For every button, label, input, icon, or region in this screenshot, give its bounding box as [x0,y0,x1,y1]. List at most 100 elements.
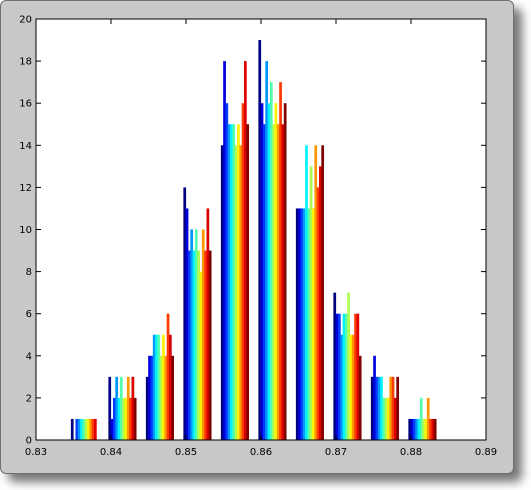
x-tick-label: 0.88 [400,447,422,458]
bar-bin7-series5 [344,313,348,440]
bar-bin0-series10 [94,418,97,440]
bar-bin2-series2 [150,355,154,440]
bar-bin0-series3 [77,418,81,440]
bar-bin8-series7 [387,397,390,440]
bar-bin8-series10 [394,397,397,440]
bar-bin4-series11 [246,124,250,440]
y-tick-label: 16 [19,99,32,110]
bar-bin7-series10 [356,313,360,440]
y-tick-label: 8 [26,267,32,278]
y-tick-label: 6 [26,309,32,320]
bar-bin7-series7 [349,334,353,440]
bar-bin1-series7 [124,397,128,440]
bar-bin3-series10 [206,208,210,440]
bar-bin6-series11 [321,145,325,441]
bar-bin2-series7 [162,334,165,440]
bar-bin0-series9 [91,418,95,440]
bar-bin4-series10 [244,61,247,440]
bar-bin6-series6 [309,166,313,440]
bar-bin7-series3 [340,334,344,440]
bar-bin5-series10 [281,124,285,440]
bar-bin6-series7 [312,208,315,440]
y-tick-label: 20 [19,15,32,26]
bar-bin9-series5 [419,397,423,440]
x-tick-label: 0.87 [325,447,347,458]
bar-bin7-series2 [338,313,341,440]
y-tick-label: 4 [26,351,32,362]
histogram-chart: 0.83 0.84 0.85 0.86 0.87 0.88 0.89 0 2 4 6 8 10 12 14 1… [19,15,497,459]
bar-bin9-series10 [431,418,435,440]
y-tick-label: 18 [19,57,32,68]
y-tick-label: 12 [19,183,32,194]
bar-bin6-series4 [305,145,308,441]
bar-bin1-series6 [122,397,125,440]
bar-bin5-series4 [267,103,271,440]
bar-bin3-series0 [183,187,187,440]
bar-bin4-series3 [227,124,231,440]
y-tick-label: 14 [19,141,32,152]
bar-bin7-series11 [358,355,362,440]
bar-bin9-series11 [433,418,437,440]
bar-bin0-series4 [80,418,83,440]
bar-bin6-series3 [302,208,306,440]
bar-bin3-series2 [188,250,191,440]
bar-bin7-series9 [354,313,357,440]
bar-bin5-series5 [269,82,273,441]
bar-bin9-series3 [415,418,419,440]
bar-bin8-series0 [370,376,374,440]
bar-bin6-series10 [319,166,322,440]
bar-bin2-series11 [171,355,175,440]
bar-bin4-series4 [230,124,233,440]
bar-bin1-series11 [133,397,137,440]
bar-bin8-series4 [380,376,383,440]
bar-bin2-series9 [166,313,170,440]
bar-bin8-series2 [375,376,379,440]
bar-bin7-series0 [333,292,337,440]
bar-bin1-series0 [108,376,112,440]
bar-bin9-series6 [422,418,425,440]
bar-bin3-series11 [208,250,212,440]
y-tick-label: 0 [26,436,32,447]
bar-bin2-series6 [159,355,163,440]
bar-bin5-series1 [260,103,264,440]
bar-bin7-series8 [351,334,355,440]
bar-bin2-series1 [148,355,151,440]
bar-bin8-series1 [373,355,376,440]
bar-bin4-series2 [225,103,229,440]
bar-bin1-series2 [113,397,116,440]
bar-bin0-series6 [84,418,88,440]
bar-bin6-series5 [307,208,311,440]
bar-bin8-series5 [382,397,386,440]
bar-bin0-series5 [82,418,86,440]
bar-bin3-series5 [194,229,198,440]
bar-bin2-series0 [145,376,149,440]
bar-bin2-series8 [164,355,168,440]
bar-bin3-series9 [204,250,207,440]
bar-bin0-series7 [87,418,90,440]
bar-bin4-series6 [234,145,238,441]
bar-bin6-series2 [300,208,304,440]
bar-bin2-series10 [169,334,172,440]
bar-bin5-series2 [263,124,266,440]
bar-bin7-series4 [342,313,346,440]
bar-bin4-series7 [237,124,240,440]
bar-bin8-series9 [391,376,395,440]
y-tick-label: 2 [26,393,32,404]
bar-bin7-series1 [335,313,339,440]
x-tick-label: 0.83 [25,447,47,458]
bar-bin9-series7 [424,418,428,440]
bar-bin4-series8 [239,145,243,441]
bar-bin9-series8 [426,397,430,440]
bar-bin6-series8 [314,145,318,441]
bar-bin9-series9 [429,418,432,440]
y-tick-label: 10 [19,225,32,236]
bar-bin5-series7 [274,103,278,440]
bar-bin8-series6 [384,397,388,440]
bar-bin8-series8 [389,376,393,440]
bar-bin1-series3 [115,376,119,440]
bar-bin8-series11 [396,376,400,440]
bar-bin4-series0 [220,145,224,441]
x-tick-label: 0.86 [250,447,272,458]
bar-bin5-series11 [283,103,287,440]
x-tick-label: 0.85 [175,447,197,458]
